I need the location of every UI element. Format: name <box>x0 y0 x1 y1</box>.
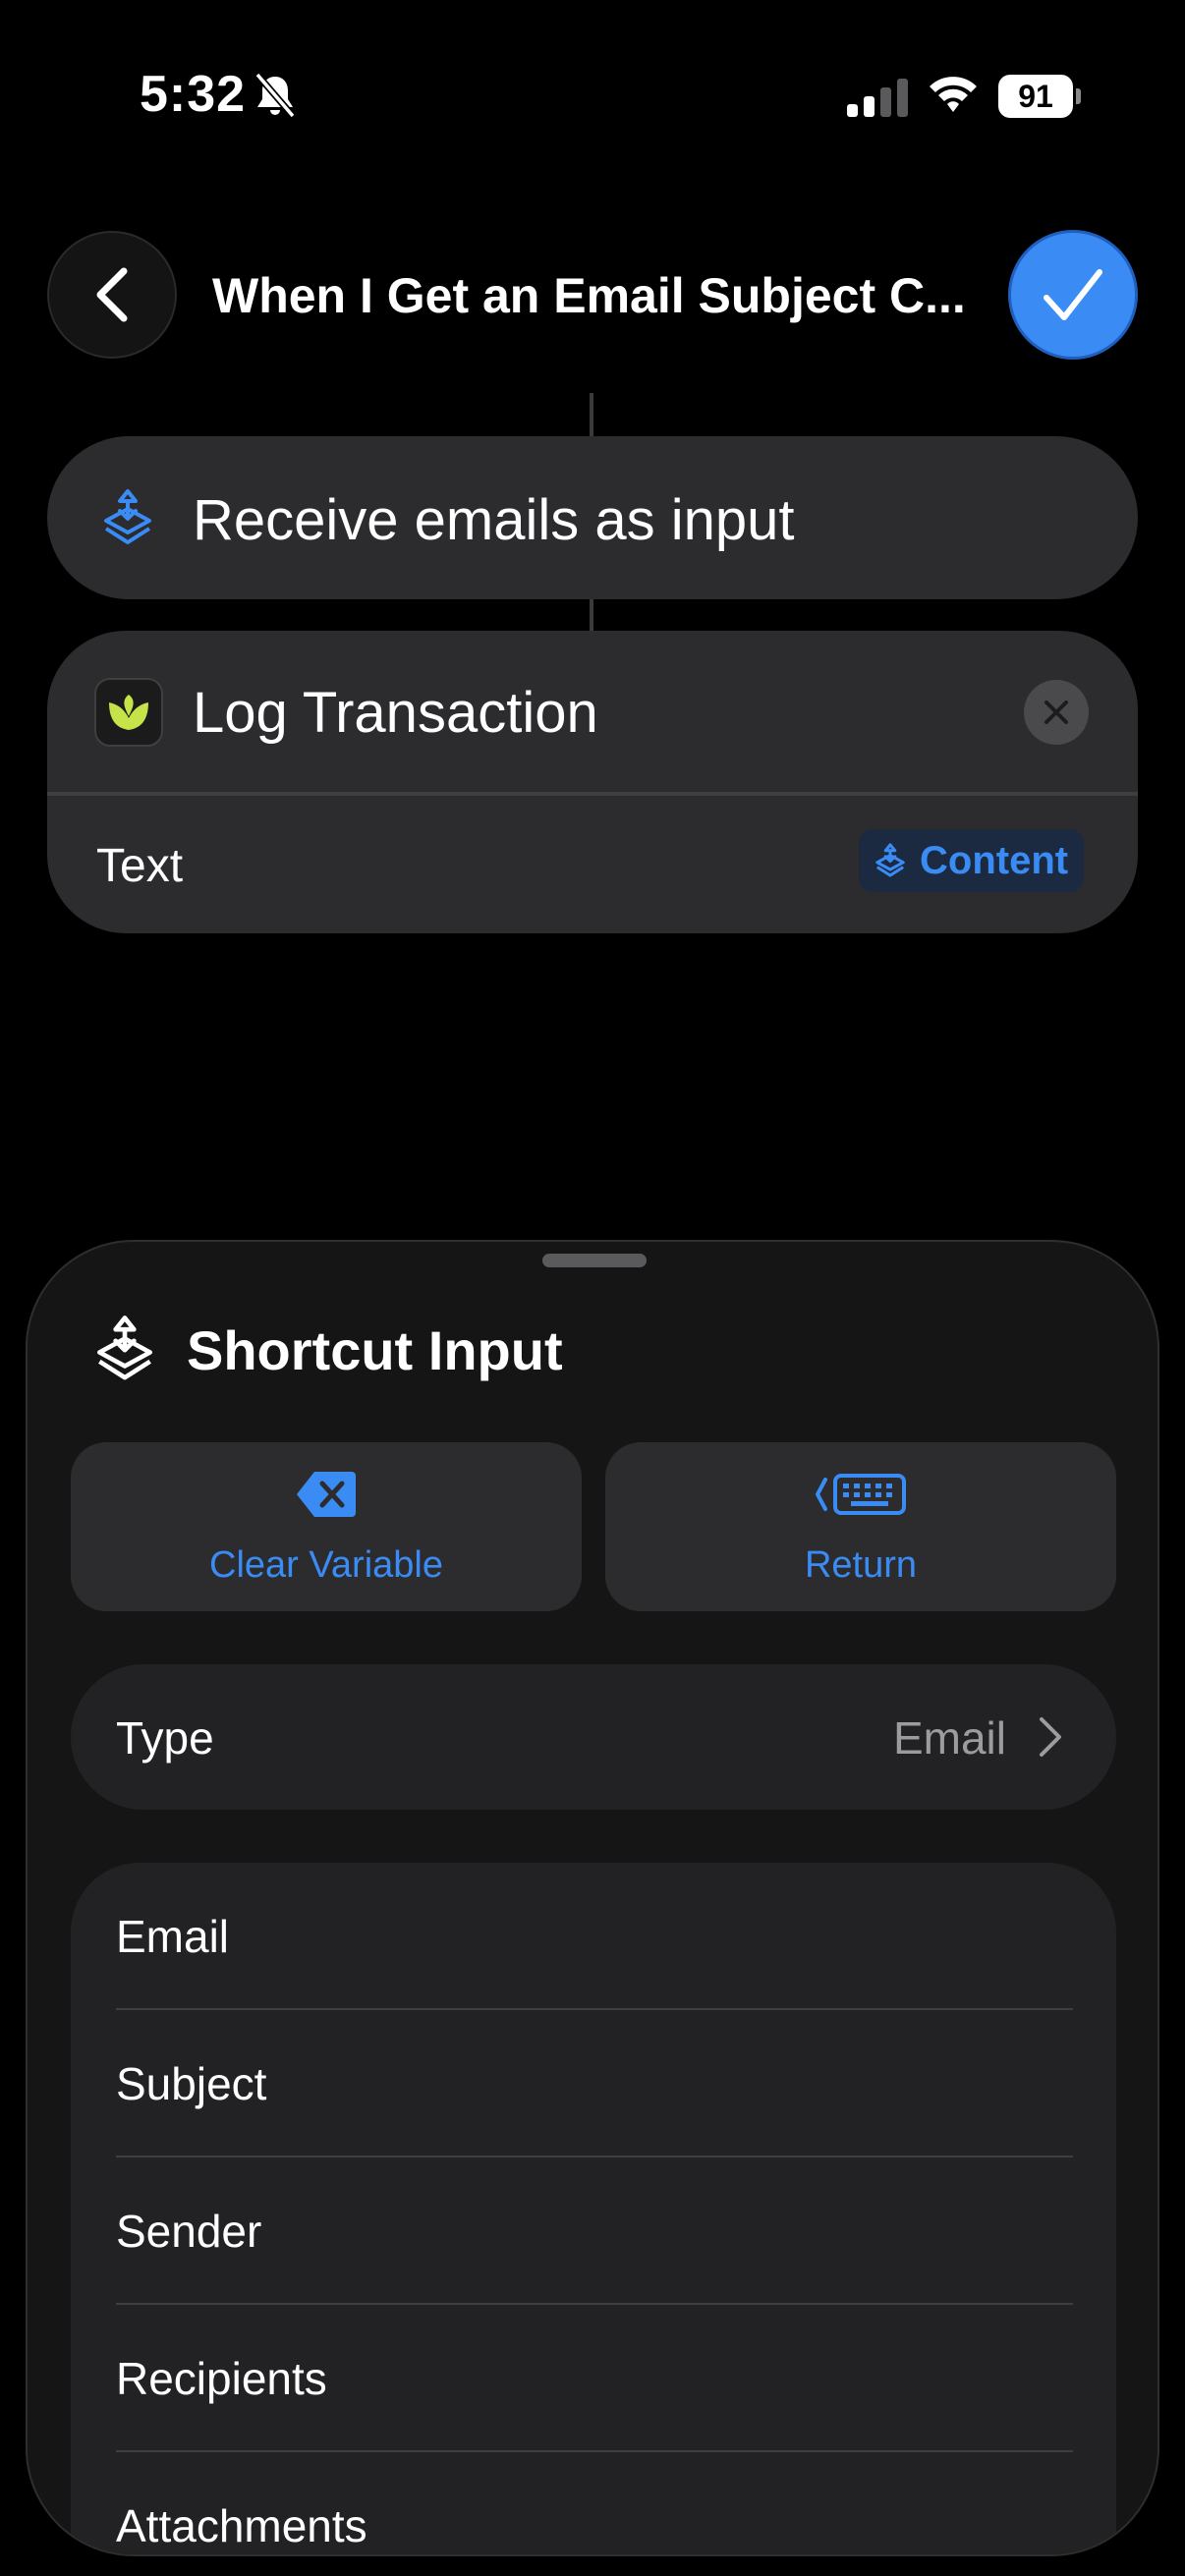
status-bar: 5:32 91 <box>0 0 1185 196</box>
content-token-label: Content <box>920 838 1069 882</box>
receive-input-action[interactable]: Receive emails as input <box>47 436 1138 599</box>
type-label: Type <box>116 1712 214 1764</box>
back-button[interactable] <box>47 231 177 359</box>
type-value: Email <box>892 1712 1006 1764</box>
return-button[interactable]: Return <box>605 1442 1116 1611</box>
log-transaction-title: Log Transaction <box>193 681 598 745</box>
shortcut-input-sheet: Shortcut Input Clear Variable Return Typ… <box>26 1240 1159 2556</box>
chevron-right-icon <box>1040 1717 1061 1757</box>
list-item[interactable]: Subject <box>71 2010 1116 2157</box>
list-item-label: Subject <box>116 2058 267 2109</box>
tile-icon-wrap <box>605 1470 1116 1529</box>
done-button[interactable] <box>1008 230 1138 360</box>
return-label: Return <box>804 1544 918 1586</box>
shortcut-input-icon <box>875 843 905 877</box>
list-item[interactable]: Recipients <box>71 2305 1116 2452</box>
tile-icon-wrap <box>71 1470 582 1529</box>
type-selector-row[interactable]: Type Email <box>71 1664 1116 1810</box>
shortcut-title[interactable]: When I Get an Email Subject C... <box>212 267 969 324</box>
list-item[interactable]: Email <box>71 1863 1116 2010</box>
log-transaction-action[interactable]: Log Transaction Text Content <box>47 631 1138 933</box>
flow-connector <box>590 599 593 631</box>
clear-variable-button[interactable]: Clear Variable <box>71 1442 582 1611</box>
battery-tip <box>1076 88 1081 104</box>
remove-action-button[interactable] <box>1024 680 1089 745</box>
sheet-grabber[interactable] <box>542 1254 647 1267</box>
list-item-label: Attachments <box>116 2500 367 2551</box>
app-icon <box>94 678 163 747</box>
receive-input-label: Receive emails as input <box>193 488 795 552</box>
battery-indicator: 91 <box>998 75 1081 118</box>
content-variable-token[interactable]: Content <box>859 829 1085 892</box>
battery-level: 91 <box>1018 79 1053 114</box>
text-parameter-label: Text <box>96 840 184 892</box>
chevron-left-icon <box>96 267 128 322</box>
sheet-title: Shortcut Input <box>187 1319 563 1381</box>
list-item[interactable]: Sender <box>71 2157 1116 2305</box>
checkmark-icon <box>1044 269 1102 320</box>
delete-left-icon <box>297 1472 356 1517</box>
clear-variable-label: Clear Variable <box>209 1544 443 1586</box>
shortcut-input-icon <box>104 489 151 544</box>
list-item-label: Email <box>116 1911 230 1962</box>
bell-slash-icon <box>254 72 296 119</box>
property-list: Email Subject Sender Recipients Attachme… <box>71 1863 1116 2554</box>
list-item-label: Recipients <box>116 2353 327 2404</box>
leaf-logo-icon <box>109 695 148 730</box>
list-item[interactable]: Attachments <box>71 2452 1116 2554</box>
keyboard-dismiss-icon <box>816 1474 906 1515</box>
wifi-icon <box>930 77 977 112</box>
cellular-signal-icon <box>847 79 908 117</box>
close-icon <box>1044 700 1068 724</box>
flow-connector <box>590 393 593 436</box>
status-time: 5:32 <box>140 66 247 123</box>
list-item-label: Sender <box>116 2206 262 2257</box>
card-divider <box>47 792 1138 796</box>
shortcut-input-icon <box>97 1316 153 1380</box>
